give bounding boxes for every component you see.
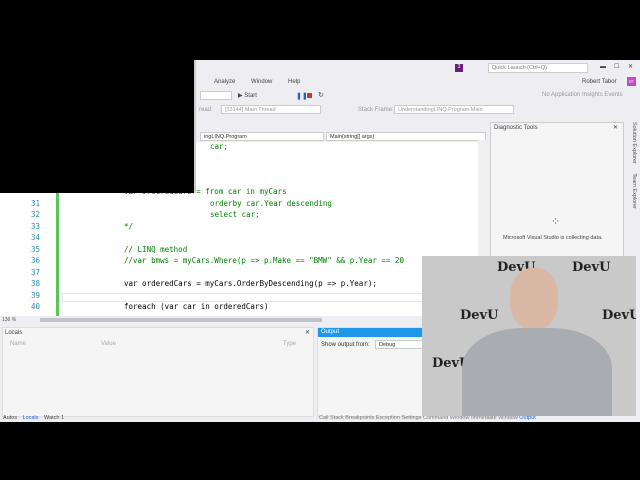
- code-line: foreach (var car in orderedCars): [124, 302, 269, 311]
- menu-bar: Analyze Window Help: [214, 79, 314, 85]
- quick-launch-input[interactable]: [488, 63, 588, 73]
- horizontal-scrollbar[interactable]: [40, 318, 322, 322]
- line-number: 35: [30, 244, 40, 254]
- code-line: orderby car.Year descending: [210, 198, 332, 208]
- pause-icon[interactable]: ❚❚: [296, 92, 308, 100]
- locals-tabs: Autos Locals Watch 1: [3, 415, 64, 421]
- black-overlay-top: [0, 0, 640, 60]
- thread-label: read:: [199, 107, 213, 113]
- tab-autos[interactable]: Autos: [3, 415, 17, 421]
- devu-logo: DevU: [602, 308, 636, 323]
- config-combo[interactable]: [200, 91, 232, 100]
- line-number: 38: [30, 279, 40, 288]
- code-line: // LINQ method: [124, 244, 188, 254]
- member-combo[interactable]: Main(string[] args): [326, 132, 486, 141]
- editor-footer: 136 %: [0, 316, 488, 324]
- line-number: 36: [30, 256, 40, 265]
- team-explorer-tab[interactable]: Team Explorer: [631, 173, 637, 208]
- code-line: select car;: [210, 210, 260, 219]
- line-number: 37: [30, 267, 40, 277]
- tab-breakpoints[interactable]: Breakpoints: [345, 415, 374, 421]
- locals-title: Locals: [5, 330, 23, 336]
- change-indicator: [56, 192, 59, 318]
- minimize-button[interactable]: ▬: [600, 64, 606, 70]
- column-name[interactable]: Name: [10, 341, 26, 347]
- line-number: 39: [30, 290, 40, 300]
- tab-locals[interactable]: Locals: [23, 415, 39, 421]
- current-line-highlight: [62, 293, 478, 302]
- notification-badge[interactable]: 3: [455, 64, 463, 72]
- menu-analyze[interactable]: Analyze: [214, 79, 235, 85]
- zoom-level[interactable]: 136 %: [2, 317, 16, 323]
- tab-exception-settings[interactable]: Exception Settings: [376, 415, 422, 421]
- diagnostic-status: Microsoft Visual Studio is collecting da…: [503, 235, 603, 241]
- line-number: 33: [30, 221, 40, 231]
- code-line: */: [124, 221, 134, 231]
- devu-logo: DevU: [572, 260, 611, 275]
- webcam-overlay: DevU DevU DevU DevU DevU: [422, 256, 636, 416]
- output-panel: Output Show output from: Debug: [317, 327, 427, 417]
- loading-spinner-icon: ⁘: [551, 216, 561, 228]
- presenter-head: [510, 268, 558, 330]
- show-output-label: Show output from:: [321, 342, 370, 348]
- menu-window[interactable]: Window: [251, 79, 272, 85]
- stack-frame-combo[interactable]: UnderstandingLINQ.Program.Main: [394, 105, 514, 114]
- output-title: Output: [318, 328, 426, 337]
- devu-logo: DevU: [460, 308, 499, 323]
- close-panel-icon[interactable]: ✕: [613, 124, 618, 131]
- code-line: var orderedCars = myCars.OrderByDescendi…: [124, 279, 377, 288]
- tab-call-stack[interactable]: Call Stack: [319, 415, 344, 421]
- diagnostic-tools-title: Diagnostic Tools: [494, 125, 538, 131]
- solution-explorer-tab[interactable]: Solution Explorer: [631, 122, 637, 164]
- start-label: Start: [244, 93, 257, 99]
- column-type[interactable]: Type: [283, 341, 296, 347]
- maximize-button[interactable]: ☐: [614, 63, 619, 70]
- show-output-combo[interactable]: Debug: [375, 340, 427, 349]
- class-combo[interactable]: ingLINQ.Program: [200, 132, 324, 141]
- black-overlay-left: [0, 60, 196, 193]
- locals-panel: Locals ✕ Name Value Type: [2, 327, 314, 417]
- start-button[interactable]: ▶ Start: [238, 92, 257, 99]
- line-number: 32: [30, 210, 40, 219]
- avatar[interactable]: RT: [627, 77, 636, 86]
- insights-label[interactable]: No Application Insights Events: [542, 92, 623, 98]
- user-name[interactable]: Robert Tabor: [582, 79, 617, 85]
- code-line: //var bmws = myCars.Where(p => p.Make ==…: [124, 256, 404, 265]
- stack-frame-label: Stack Frame:: [358, 107, 394, 113]
- line-number: 31: [30, 198, 40, 208]
- restart-icon[interactable]: ↻: [318, 91, 324, 99]
- side-tabs: Solution Explorer Team Explorer: [627, 122, 637, 222]
- column-value[interactable]: Value: [101, 341, 116, 347]
- menu-help[interactable]: Help: [288, 79, 300, 85]
- close-button[interactable]: ✕: [628, 63, 633, 70]
- code-line: car;: [210, 142, 229, 151]
- stop-icon[interactable]: [307, 93, 312, 98]
- line-number: 40: [30, 302, 40, 311]
- tab-watch[interactable]: Watch 1: [44, 415, 64, 421]
- thread-combo[interactable]: [33144] Main Thread: [221, 105, 321, 114]
- presenter-shirt: [462, 328, 612, 416]
- close-panel-icon[interactable]: ✕: [305, 329, 310, 336]
- line-number: 34: [30, 233, 40, 242]
